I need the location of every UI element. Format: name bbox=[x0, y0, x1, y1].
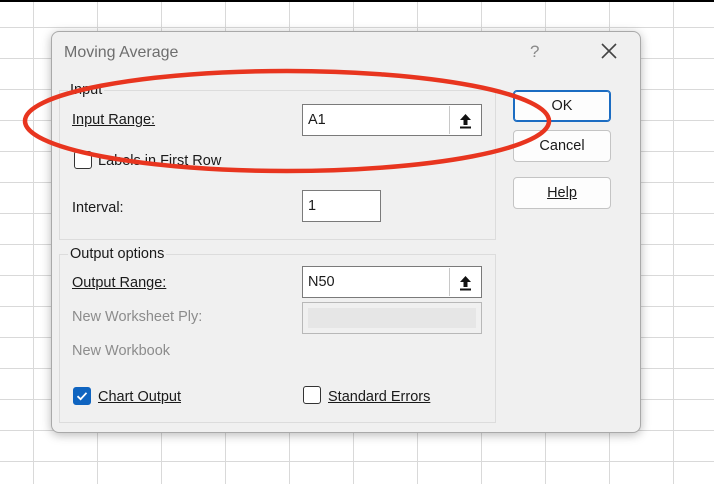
annotation-ellipse bbox=[22, 68, 552, 174]
